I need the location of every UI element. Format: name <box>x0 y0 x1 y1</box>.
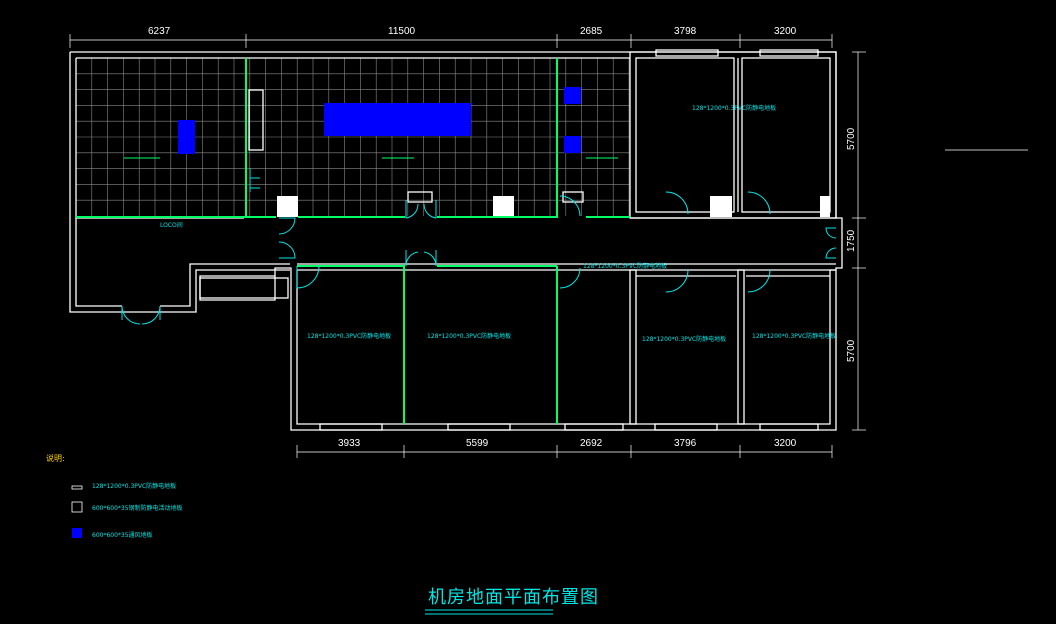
room-label-pvc-bottom-4: 128*1200*0.3PVC防静电地板 <box>642 335 726 343</box>
legend: 说明: 128*1200*0.3PVC防静电地板 600*600*35钢制防静电… <box>46 453 183 539</box>
room-label-pvc-bottom-1: 128*1200*0.3PVC防静电地板 <box>307 332 391 340</box>
column-1 <box>277 196 298 217</box>
legend-symbol-raised-floor <box>71 501 83 513</box>
legend-label-raised-floor: 600*600*35钢制防静电活动地板 <box>92 504 183 512</box>
column-2 <box>493 196 514 217</box>
dim-top-3: 2685 <box>580 26 603 37</box>
right-dimension-line: 5700 1750 5700 <box>846 51 866 431</box>
dim-bottom-5: 3200 <box>774 438 797 449</box>
dim-top-5: 3200 <box>774 26 797 37</box>
equipment-blocks <box>178 87 581 154</box>
dim-bottom-1: 3933 <box>338 438 361 449</box>
dim-top-1: 6237 <box>148 26 171 37</box>
legend-symbol-pvc <box>71 485 83 490</box>
dim-bottom-3: 2692 <box>580 438 603 449</box>
floor-plan-drawing: 6237 11500 2685 3798 3200 5700 1750 5700… <box>46 26 1028 615</box>
room-label-pvc-corridor: 128*1200*0.3PVC防静电地板 <box>583 262 667 270</box>
room-label-pvc-bottom-5: 128*1200*0.3PVC防静电地板 <box>752 332 836 340</box>
column-4 <box>820 196 830 217</box>
legend-label-vent-floor: 600*600*35通风地板 <box>92 531 153 539</box>
raised-floor-grid <box>76 58 630 216</box>
equipment-block-4 <box>564 136 581 153</box>
equipment-block-3 <box>564 87 581 104</box>
legend-symbol-vent-floor <box>72 528 82 538</box>
dim-right-3: 5700 <box>846 339 857 362</box>
bottom-dimension-line: 3933 5599 2692 3796 3200 <box>296 438 833 458</box>
dim-right-1: 5700 <box>846 127 857 150</box>
room-label-pvc-top-right: 128*1200*0.3PVC防静电地板 <box>692 104 776 112</box>
dim-top-4: 3798 <box>674 26 697 37</box>
drawing-title: 机房地面平面布置图 <box>428 587 599 608</box>
dim-top-2: 11500 <box>388 26 416 37</box>
room-label-pvc-bottom-2: 128*1200*0.3PVC防静电地板 <box>427 332 511 340</box>
dim-right-2: 1750 <box>846 229 857 252</box>
dim-bottom-2: 5599 <box>466 438 489 449</box>
column-3 <box>710 196 732 217</box>
equipment-block-2 <box>324 103 471 136</box>
dim-bottom-4: 3796 <box>674 438 697 449</box>
legend-title: 说明: <box>46 453 65 463</box>
legend-label-pvc: 128*1200*0.3PVC防静电地板 <box>92 482 176 490</box>
room-label-ups: LOCO间 <box>160 221 183 229</box>
equipment-block-1 <box>178 120 195 154</box>
top-dimension-line: 6237 11500 2685 3798 3200 <box>69 26 833 48</box>
